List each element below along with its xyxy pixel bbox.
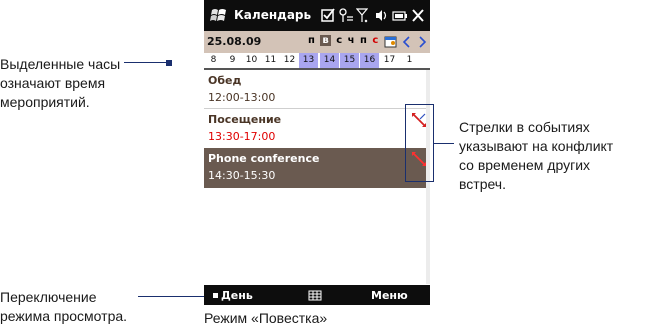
hour-cell-busy: 16 xyxy=(360,53,379,68)
hour-cell: 12 xyxy=(283,55,296,65)
callout-line: со временем других xyxy=(459,157,591,173)
event-time: 14:30-15:30 xyxy=(208,169,276,182)
calendar-icon[interactable] xyxy=(384,34,398,49)
callout-line: означают время xyxy=(0,75,106,91)
hour-strip: 8 9 10 11 12 13 14 15 16 17 1 xyxy=(204,53,430,68)
callout-line: режима просмотра. xyxy=(0,308,128,324)
current-date[interactable]: 25.08.09 xyxy=(207,35,261,48)
event-title: Обед xyxy=(208,74,242,87)
event-time: 12:00-13:00 xyxy=(208,91,276,104)
event-title: Phone conference xyxy=(208,152,320,165)
weekday-tue[interactable]: в xyxy=(320,35,331,46)
hour-cell: 10 xyxy=(245,55,258,65)
hour-cell-busy: 13 xyxy=(299,53,318,68)
figure-caption: Режим «Повестка» xyxy=(204,310,328,326)
close-icon[interactable] xyxy=(411,7,425,24)
battery-icon[interactable] xyxy=(392,7,408,24)
hour-cell: 8 xyxy=(210,55,217,65)
softkey-bar: День Меню xyxy=(204,285,430,305)
hour-cell-busy: 15 xyxy=(340,53,359,68)
callout-view-switch: Переключение режима просмотра. xyxy=(0,288,127,326)
hour-cell: 9 xyxy=(229,55,236,65)
callout-line: Выделенные часы xyxy=(0,56,121,72)
hour-cell-busy: 14 xyxy=(320,53,339,68)
status-bar: Календарь xyxy=(204,0,430,31)
checkbox-icon[interactable] xyxy=(321,7,335,24)
event-item[interactable]: Обед 12:00-13:00 xyxy=(204,70,430,110)
leader-dot-hours xyxy=(166,60,172,66)
hour-cell: 1 xyxy=(406,55,413,65)
weekday-strip: п в с ч п с в xyxy=(308,35,392,46)
grid-view-icon[interactable] xyxy=(308,290,322,301)
callout-line: Переключение xyxy=(0,289,97,305)
leader-line-view xyxy=(138,296,208,297)
weekday-wed[interactable]: с xyxy=(336,35,342,46)
event-title: Посещение xyxy=(208,113,282,126)
windows-flag-icon[interactable] xyxy=(210,7,228,24)
event-time: 13:30-17:00 xyxy=(208,130,276,143)
date-toolbar: 25.08.09 п в с ч п с в xyxy=(204,31,430,53)
callout-line: указывают на конфликт xyxy=(459,138,614,154)
callout-line: мероприятий. xyxy=(0,94,90,110)
weekday-thu[interactable]: ч xyxy=(348,35,355,46)
app-title: Календарь xyxy=(234,8,312,22)
weekday-mon[interactable]: п xyxy=(308,35,315,46)
callout-highlighted-hours: Выделенные часы означают время мероприят… xyxy=(0,55,120,112)
signal-icon[interactable] xyxy=(356,7,368,24)
softkey-left-marker xyxy=(213,293,218,298)
event-item[interactable]: Посещение 13:30-17:00 xyxy=(204,109,430,149)
hour-cell: 17 xyxy=(383,55,396,65)
callout-conflict-arrows: Стрелки в событиях указывают на конфликт… xyxy=(459,118,613,194)
phone-screen: Календарь 25.08.09 п в с ч п с 8 9 10 11… xyxy=(204,0,430,305)
next-arrow-icon[interactable] xyxy=(417,36,427,48)
softkey-day[interactable]: День xyxy=(221,289,253,302)
event-item-selected[interactable]: Phone conference 14:30-15:30 xyxy=(204,148,430,188)
callout-line: Стрелки в событиях xyxy=(459,119,590,135)
conflict-highlight-box xyxy=(405,104,434,182)
hour-cell: 11 xyxy=(264,55,277,65)
volume-icon[interactable] xyxy=(374,7,388,24)
leader-line-conflict xyxy=(434,143,454,144)
weekday-fri[interactable]: п xyxy=(360,35,367,46)
leader-line-hours-h xyxy=(124,62,170,63)
callout-line: встреч. xyxy=(459,176,506,192)
connectivity-icon[interactable] xyxy=(338,7,354,24)
prev-arrow-icon[interactable] xyxy=(402,36,412,48)
softkey-menu[interactable]: Меню xyxy=(371,289,408,302)
weekday-sat[interactable]: с xyxy=(372,35,378,46)
